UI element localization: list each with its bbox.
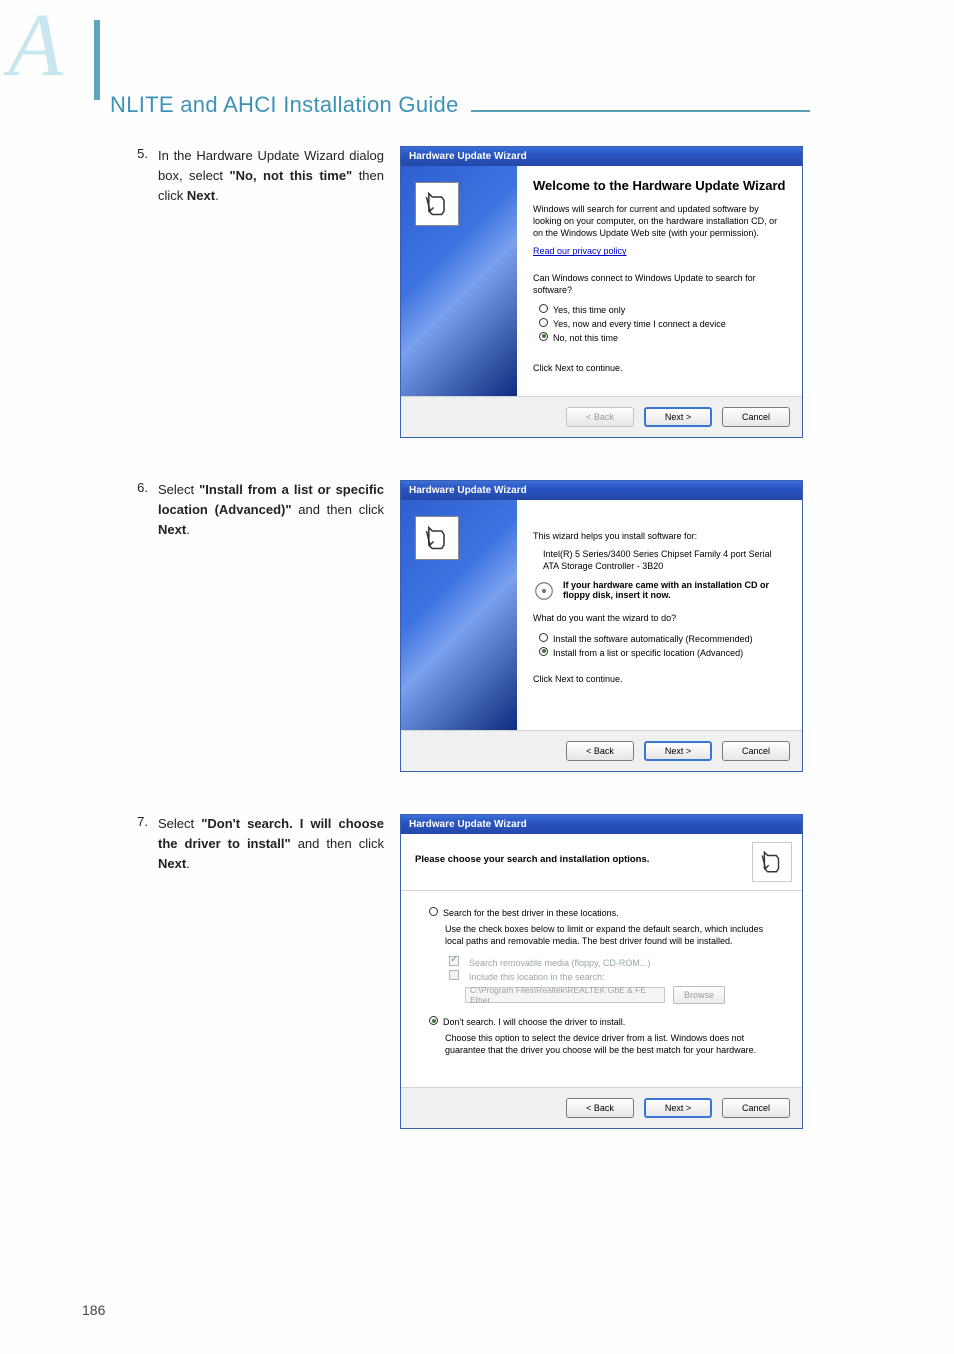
browse-button: Browse <box>673 986 725 1004</box>
step-5: 5. In the Hardware Update Wizard dialog … <box>126 146 806 438</box>
radio-label: Don't search. I will choose the driver t… <box>443 1017 625 1027</box>
wizard-text: Windows will search for current and upda… <box>533 203 786 239</box>
radio-search[interactable]: Search for the best driver in these loca… <box>429 905 782 919</box>
step-number: 7. <box>126 814 158 829</box>
next-button[interactable]: Next > <box>644 1098 712 1118</box>
option-description: Use the check boxes below to limit or ex… <box>445 923 782 947</box>
radio-icon <box>539 304 548 313</box>
next-button[interactable]: Next > <box>644 741 712 761</box>
cd-icon <box>533 580 555 602</box>
radio-advanced[interactable]: Install from a list or specific location… <box>539 645 786 659</box>
wizard-dialog-1: Hardware Update Wizard Welcome to the Ha… <box>400 146 803 438</box>
page-number: 186 <box>82 1302 105 1318</box>
header-rule <box>471 110 810 112</box>
checkbox-include-location: Include this location in the search: <box>449 969 782 983</box>
radio-icon <box>539 332 548 341</box>
next-button[interactable]: Next > <box>644 407 712 427</box>
option-description: Choose this option to select the device … <box>445 1032 782 1056</box>
page-content: 5. In the Hardware Update Wizard dialog … <box>126 146 806 1129</box>
wizard-text: What do you want the wizard to do? <box>533 612 786 624</box>
step-bold: Next <box>158 522 186 537</box>
radio-auto[interactable]: Install the software automatically (Reco… <box>539 631 786 645</box>
radio-label: Install the software automatically (Reco… <box>553 634 753 644</box>
wizard-side-graphic <box>401 166 517 396</box>
wizard-titlebar: Hardware Update Wizard <box>401 147 802 166</box>
step-instruction: In the Hardware Update Wizard dialog box… <box>158 146 384 206</box>
hardware-icon <box>415 182 459 226</box>
back-button[interactable]: < Back <box>566 1098 634 1118</box>
radio-icon <box>539 647 548 656</box>
step-text: Select <box>158 816 201 831</box>
hardware-icon <box>415 516 459 560</box>
radio-label: No, not this time <box>553 333 618 343</box>
radio-yes-this-time[interactable]: Yes, this time only <box>539 302 786 316</box>
step-text: . <box>215 188 219 203</box>
wizard-text: Click Next to continue. <box>533 673 786 685</box>
step-number: 6. <box>126 480 158 495</box>
header-vertical-accent <box>94 20 100 100</box>
cd-hint: If your hardware came with an installati… <box>533 580 786 602</box>
step-bold: Next <box>158 856 186 871</box>
radio-dont-search[interactable]: Don't search. I will choose the driver t… <box>429 1014 782 1028</box>
checkbox-icon <box>449 970 459 980</box>
cd-text: If your hardware came with an installati… <box>563 580 786 600</box>
hardware-icon <box>752 842 792 882</box>
page-title: NLITE and AHCI Installation Guide <box>110 92 459 118</box>
wizard-titlebar: Hardware Update Wizard <box>401 815 802 834</box>
appendix-letter: A <box>8 14 59 77</box>
step-7: 7. Select "Don't search. I will choose t… <box>126 814 806 1129</box>
radio-yes-every-time[interactable]: Yes, now and every time I connect a devi… <box>539 316 786 330</box>
step-text: . <box>186 856 190 871</box>
radio-icon <box>429 907 438 916</box>
radio-label: Install from a list or specific location… <box>553 648 743 658</box>
step-bold: "No, not this time" <box>229 168 352 183</box>
cancel-button[interactable]: Cancel <box>722 407 790 427</box>
step-6: 6. Select "Install from a list or specif… <box>126 480 806 772</box>
cancel-button[interactable]: Cancel <box>722 1098 790 1118</box>
device-name: Intel(R) 5 Series/3400 Series Chipset Fa… <box>543 548 786 572</box>
radio-icon <box>429 1016 438 1025</box>
path-field: C:\Program Files\Realtek\REALTEK GbE & F… <box>465 987 665 1003</box>
step-bold: Next <box>187 188 215 203</box>
radio-label: Yes, this time only <box>553 305 625 315</box>
radio-label: Search for the best driver in these loca… <box>443 908 619 918</box>
step-number: 5. <box>126 146 158 161</box>
wizard-subheading: Please choose your search and installati… <box>415 854 649 865</box>
wizard-side-graphic <box>401 500 517 730</box>
radio-label: Yes, now and every time I connect a devi… <box>553 319 726 329</box>
wizard-dialog-3: Hardware Update Wizard Please choose you… <box>400 814 803 1129</box>
checkbox-icon <box>449 956 459 966</box>
cancel-button[interactable]: Cancel <box>722 741 790 761</box>
radio-no-not-now[interactable]: No, not this time <box>539 330 786 344</box>
step-instruction: Select "Install from a list or specific … <box>158 480 384 540</box>
wizard-heading: Welcome to the Hardware Update Wizard <box>533 178 786 193</box>
wizard-text: Click Next to continue. <box>533 362 786 374</box>
checkbox-removable: Search removable media (floppy, CD-ROM..… <box>449 955 782 969</box>
checkbox-label: Include this location in the search: <box>469 972 605 982</box>
privacy-policy-link[interactable]: Read our privacy policy <box>533 246 627 256</box>
wizard-text: Can Windows connect to Windows Update to… <box>533 272 786 296</box>
wizard-text: This wizard helps you install software f… <box>533 530 786 542</box>
page-header: NLITE and AHCI Installation Guide <box>110 92 810 118</box>
step-instruction: Select "Don't search. I will choose the … <box>158 814 384 874</box>
step-text: Select <box>158 482 199 497</box>
step-text: and then click <box>292 502 384 517</box>
step-text: . <box>186 522 190 537</box>
step-text: and then click <box>291 836 384 851</box>
radio-icon <box>539 633 548 642</box>
back-button: < Back <box>566 407 634 427</box>
wizard-dialog-2: Hardware Update Wizard This wizard helps… <box>400 480 803 772</box>
wizard-titlebar: Hardware Update Wizard <box>401 481 802 500</box>
checkbox-label: Search removable media (floppy, CD-ROM..… <box>469 958 650 968</box>
back-button[interactable]: < Back <box>566 741 634 761</box>
radio-icon <box>539 318 548 327</box>
